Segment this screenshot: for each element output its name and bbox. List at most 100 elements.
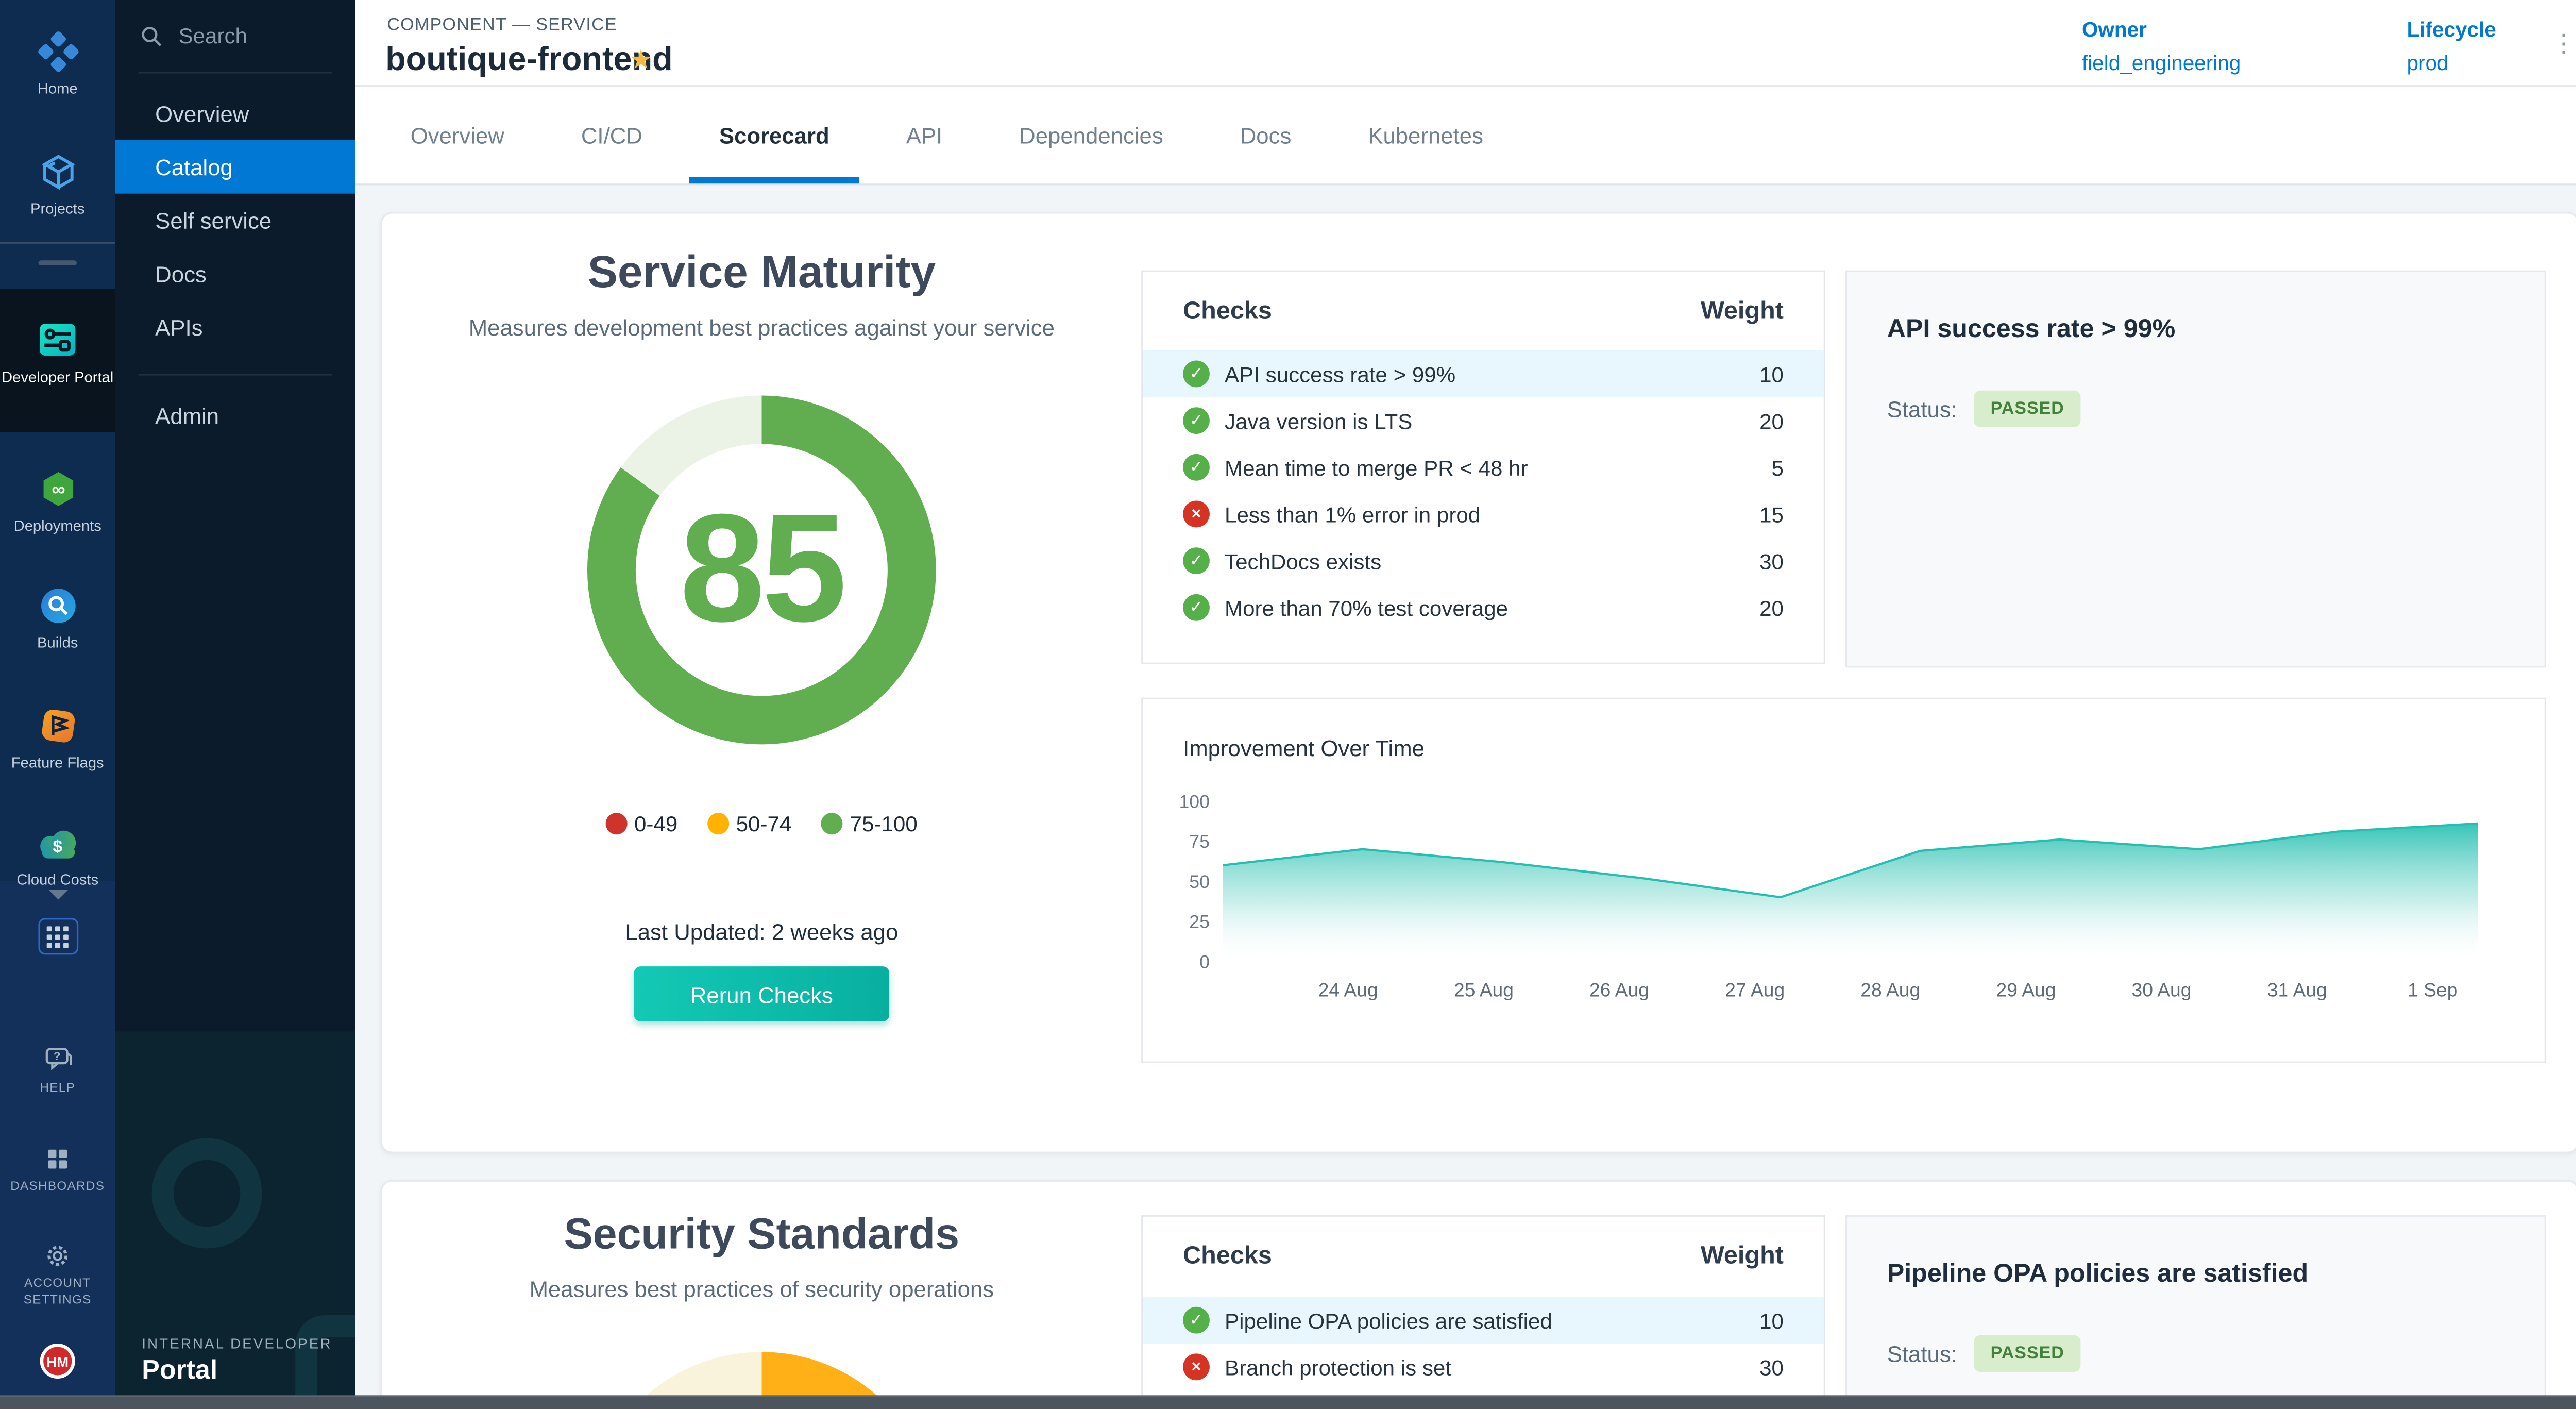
sidebar-item-admin[interactable]: Admin xyxy=(115,389,355,443)
checks-table: Checks Weight ✓ API success rate > 99% 1… xyxy=(1141,271,1825,664)
check-passed-icon: ✓ xyxy=(1183,361,1210,388)
sidebar-item-self-service[interactable]: Self service xyxy=(115,194,355,247)
scorecard-subtitle: Measures best practices of security oper… xyxy=(382,1277,1142,1302)
check-row-mean-merge[interactable]: ✓ Mean time to merge PR < 48 hr 5 xyxy=(1183,444,1784,491)
lifecycle-value[interactable]: prod xyxy=(2406,52,2448,75)
rail-label: Projects xyxy=(30,200,84,217)
check-passed-icon: ✓ xyxy=(1183,547,1210,574)
footer-brand: Portal xyxy=(142,1357,332,1387)
grid-icon xyxy=(38,918,78,954)
status-label: Status: xyxy=(1887,396,1957,422)
score-legend: 0-49 50-74 75-100 xyxy=(382,811,1142,836)
rail-item-help[interactable]: ? HELP xyxy=(0,1045,115,1096)
rail-collapse-chevron[interactable] xyxy=(0,890,115,899)
search-icon xyxy=(140,24,163,47)
security-standards-card: Security Standards Measures best practic… xyxy=(380,1180,2576,1409)
legend-item-yellow: 50-74 xyxy=(708,811,792,836)
checks-column-header: Checks xyxy=(1183,1241,1272,1269)
owner-meta[interactable]: Owner field_engineering xyxy=(2082,19,2241,75)
legend-dot xyxy=(606,813,628,834)
tab-overview[interactable]: Overview xyxy=(411,87,504,183)
svg-text:29 Aug: 29 Aug xyxy=(1996,979,2056,1000)
improvement-chart-panel: Improvement Over Time xyxy=(1141,698,2546,1063)
sidebar-item-apis[interactable]: APIs xyxy=(115,300,355,354)
check-passed-icon: ✓ xyxy=(1183,407,1210,434)
rail-item-dashboards[interactable]: DASHBOARDS xyxy=(0,1145,115,1195)
lifecycle-meta[interactable]: Lifecycle prod xyxy=(2406,19,2496,75)
check-row-opa[interactable]: ✓ Pipeline OPA policies are satisfied 10 xyxy=(1143,1297,1823,1344)
favorite-star-icon[interactable]: ★ xyxy=(629,43,653,77)
rail-item-account-settings[interactable]: ACCOUNT SETTINGS xyxy=(0,1242,115,1309)
user-avatar-wrap[interactable]: HM xyxy=(0,1344,115,1379)
owner-label: Owner xyxy=(2082,19,2241,42)
status-badge: PASSED xyxy=(1974,391,2081,427)
rail-item-feature-flags[interactable]: Feature Flags xyxy=(0,687,115,814)
check-passed-icon: ✓ xyxy=(1183,594,1210,621)
rail-item-cloud-costs[interactable]: $ Cloud Costs xyxy=(0,808,115,934)
rail-label: Deployments xyxy=(14,517,101,534)
sidebar-item-catalog[interactable]: Catalog xyxy=(115,140,355,194)
kebab-menu-icon[interactable]: ⋮ xyxy=(2551,28,2576,58)
checks-table: Checks Weight ✓ Pipeline OPA policies ar… xyxy=(1141,1215,1825,1409)
horizontal-scrollbar[interactable] xyxy=(0,1395,2576,1409)
rail-label: Builds xyxy=(37,634,78,651)
rail-collapse-handle[interactable] xyxy=(38,260,76,265)
help-chat-icon: ? xyxy=(41,1045,74,1075)
rail-item-developer-portal[interactable]: Developer Portal xyxy=(0,300,115,427)
module-rail: Home Projects Developer Portal xyxy=(0,0,115,1409)
tab-dependencies[interactable]: Dependencies xyxy=(1019,87,1163,183)
svg-text:26 Aug: 26 Aug xyxy=(1589,979,1649,1000)
weight-column-header: Weight xyxy=(1701,296,1784,325)
check-row-branch-protection[interactable]: × Branch protection is set 30 xyxy=(1183,1344,1784,1390)
service-maturity-card: Service Maturity Measures development be… xyxy=(380,212,2576,1153)
scorecard-subtitle: Measures development best practices agai… xyxy=(382,315,1142,341)
rail-label: DASHBOARDS xyxy=(10,1178,105,1195)
scorecard-title: Security Standards xyxy=(382,1209,1142,1260)
tab-docs[interactable]: Docs xyxy=(1240,87,1292,183)
sidebar-divider xyxy=(139,72,332,73)
svg-text:25: 25 xyxy=(1189,912,1210,932)
svg-text:100: 100 xyxy=(1179,791,1209,812)
rail-item-builds[interactable]: Builds xyxy=(0,567,115,694)
rail-label: ACCOUNT SETTINGS xyxy=(11,1275,104,1309)
rail-item-deployments[interactable]: ∞ Deployments xyxy=(0,450,115,577)
tab-scorecard[interactable]: Scorecard xyxy=(719,87,829,183)
projects-cube-icon xyxy=(36,150,79,193)
search-label: Search xyxy=(179,23,247,48)
rail-item-home[interactable]: Home xyxy=(0,13,115,140)
tab-cicd[interactable]: CI/CD xyxy=(581,87,642,183)
tab-kubernetes[interactable]: Kubernetes xyxy=(1368,87,1483,183)
check-detail-title: API success rate > 99% xyxy=(1887,315,2504,345)
legend-item-green: 75-100 xyxy=(822,811,918,836)
footer-eyebrow: INTERNAL DEVELOPER xyxy=(142,1335,332,1352)
rerun-checks-button[interactable]: Rerun Checks xyxy=(634,966,889,1021)
owner-value[interactable]: field_engineering xyxy=(2082,52,2241,75)
sidebar-search[interactable]: Search xyxy=(115,0,355,65)
rail-label: Cloud Costs xyxy=(16,871,98,887)
legend-item-red: 0-49 xyxy=(606,811,677,836)
check-detail-title: Pipeline OPA policies are satisfied xyxy=(1887,1260,2504,1290)
sidebar-item-overview[interactable]: Overview xyxy=(115,87,355,140)
module-switcher[interactable] xyxy=(0,918,115,954)
security-summary: Security Standards Measures best practic… xyxy=(382,1182,1142,1409)
entity-header: COMPONENT — SERVICE boutique-frontend ★ … xyxy=(355,0,2576,87)
sidebar-item-docs[interactable]: Docs xyxy=(115,247,355,300)
deployments-icon: ∞ xyxy=(36,467,79,511)
feature-flags-icon xyxy=(36,704,79,748)
main-area: COMPONENT — SERVICE boutique-frontend ★ … xyxy=(355,0,2576,1409)
check-detail-panel: API success rate > 99% Status: PASSED xyxy=(1845,271,2546,668)
check-row-coverage[interactable]: ✓ More than 70% test coverage 20 xyxy=(1183,584,1784,631)
tab-api[interactable]: API xyxy=(906,87,942,183)
svg-text:?: ? xyxy=(53,1050,60,1063)
checks-table-header: Checks Weight xyxy=(1183,290,1784,330)
maturity-summary: Service Maturity Measures development be… xyxy=(382,214,1142,1021)
harness-logo-icon xyxy=(36,30,79,73)
svg-text:1 Sep: 1 Sep xyxy=(2408,979,2458,1000)
status-badge: PASSED xyxy=(1974,1335,2081,1372)
rail-item-projects[interactable]: Projects xyxy=(0,133,115,260)
score-value: 85 xyxy=(680,482,843,658)
check-row-techdocs[interactable]: ✓ TechDocs exists 30 xyxy=(1183,538,1784,584)
check-row-api-success[interactable]: ✓ API success rate > 99% 10 xyxy=(1143,350,1823,397)
check-row-error-prod[interactable]: × Less than 1% error in prod 15 xyxy=(1183,491,1784,538)
check-row-java-lts[interactable]: ✓ Java version is LTS 20 xyxy=(1183,397,1784,444)
